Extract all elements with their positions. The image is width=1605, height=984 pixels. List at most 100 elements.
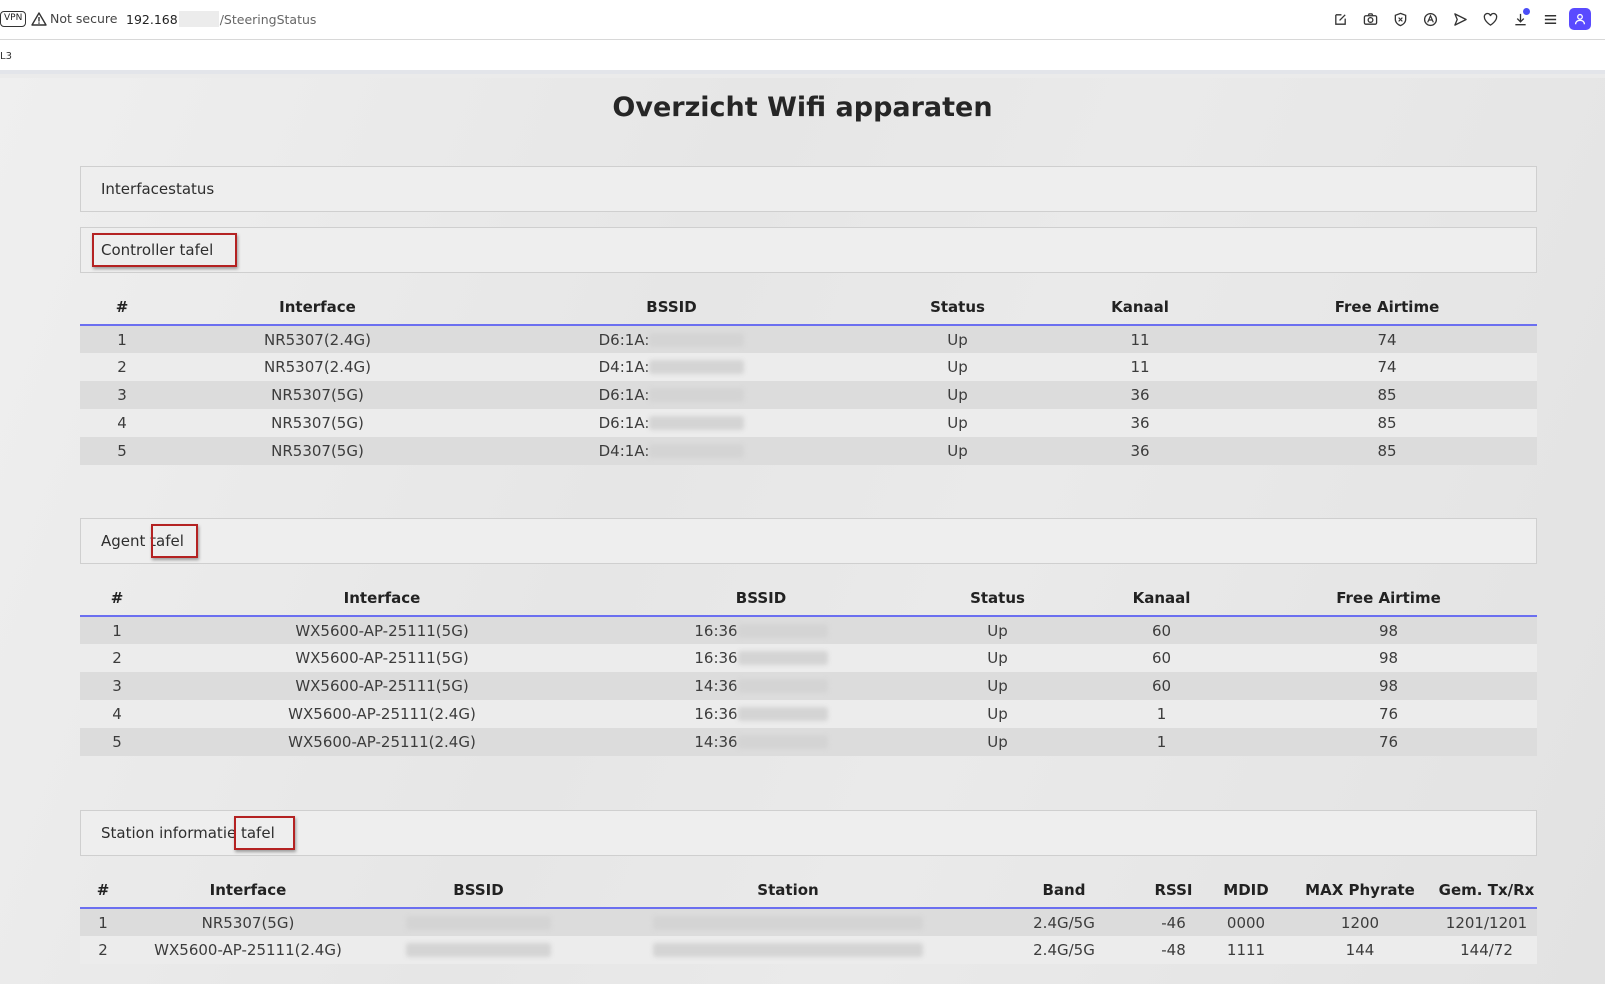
interface-status-panel[interactable]: Interfacestatus (80, 166, 1537, 212)
table-cell: 36 (1043, 409, 1237, 437)
controller-column-header: Interface (164, 289, 471, 326)
cell-value: 11 (1130, 358, 1150, 376)
cell-value: 1111 (1226, 941, 1266, 959)
cell-value: D6:1A: (598, 330, 650, 349)
table-cell: 2 (80, 644, 154, 672)
table-cell: 16:36 (610, 700, 912, 728)
table-cell: 98 (1240, 644, 1537, 672)
cell-value: 1201/1201 (1445, 913, 1528, 932)
table-cell: 5 (80, 728, 154, 756)
cell-value: D6:1A: (598, 386, 650, 404)
table-cell: 76 (1240, 700, 1537, 728)
station-panel[interactable]: Station informatie tafel (80, 810, 1537, 856)
cell-value: 36 (1130, 442, 1150, 460)
table-cell: 1 (80, 908, 126, 936)
table-cell: 60 (1083, 672, 1240, 700)
table-cell (587, 908, 989, 936)
table-cell: Up (872, 353, 1043, 381)
table-cell: 85 (1237, 437, 1537, 465)
cell-value: D6:1A: (598, 414, 650, 432)
station-column-header: Station (587, 872, 989, 909)
cell-value: 14:36 (694, 677, 738, 695)
controller-panel[interactable]: Controller tafel (80, 227, 1537, 273)
table-cell: D6:1A: (471, 381, 872, 409)
send-icon[interactable] (1449, 8, 1471, 30)
cell-value: 1 (1156, 733, 1167, 751)
address-bar[interactable]: 192.168/SteeringStatus (126, 11, 316, 27)
table-cell: Up (872, 381, 1043, 409)
table-cell: 3 (80, 381, 164, 409)
toolbar-icons (1329, 8, 1591, 30)
menu-icon[interactable] (1539, 8, 1561, 30)
table-cell: WX5600-AP-25111(5G) (154, 672, 610, 700)
warning-icon[interactable] (31, 11, 47, 27)
station-rows: 1 NR5307(5G) 2.4G/5G -46 0000 1200 1201/1201 2 W… (80, 908, 1537, 964)
table-cell: 2 (80, 353, 164, 381)
table-cell (587, 936, 989, 964)
cell-value: NR5307(5G) (271, 414, 364, 432)
download-icon[interactable] (1509, 8, 1531, 30)
table-cell: 1 (1083, 700, 1240, 728)
cell-value: Up (947, 386, 968, 404)
cell-value: 74 (1377, 330, 1397, 349)
cell-value: 2.4G/5G (1033, 941, 1095, 959)
shield-icon[interactable] (1389, 8, 1411, 30)
cell-value: Up (987, 705, 1008, 723)
redacted-value (649, 360, 745, 374)
controller-column-header: Kanaal (1043, 289, 1237, 326)
cell-value: 36 (1130, 386, 1150, 404)
url-host: 192.168 (126, 12, 178, 27)
table-cell: Up (912, 616, 1083, 644)
cell-value: 60 (1151, 677, 1172, 695)
table-cell: Up (872, 325, 1043, 353)
table-cell: D4:1A: (471, 437, 872, 465)
table-cell: 1 (1083, 728, 1240, 756)
edit-icon[interactable] (1329, 8, 1351, 30)
table-cell: 1 (80, 325, 164, 353)
not-secure-label[interactable]: Not secure (50, 11, 117, 26)
station-column-header: MDID (1208, 872, 1284, 909)
vpn-badge[interactable]: VPN (0, 11, 27, 27)
table-cell: NR5307(2.4G) (164, 353, 471, 381)
agent-panel[interactable]: Agent tafel (80, 518, 1537, 564)
cell-value: 2 (112, 649, 122, 667)
redacted-value (737, 735, 828, 749)
cell-value: 11 (1130, 330, 1150, 349)
cell-value: 4 (117, 414, 127, 432)
bookmark-l3[interactable]: L3 (0, 51, 12, 62)
agent-column-header: Free Airtime (1240, 580, 1537, 617)
agent-column-header: BSSID (610, 580, 912, 617)
profile-icon[interactable] (1569, 8, 1591, 30)
cell-value: Up (987, 649, 1008, 667)
controller-table: # Interface BSSID Status Kanaal Free Airtime … (80, 289, 1537, 465)
cell-value: WX5600-AP-25111(5G) (295, 677, 469, 695)
table-cell (370, 936, 587, 964)
table-cell: 74 (1237, 325, 1537, 353)
agent-table: # Interface BSSID Status Kanaal Free Airtime … (80, 580, 1537, 756)
table-cell: 1 (80, 616, 154, 644)
redacted-value (737, 679, 828, 693)
heart-icon[interactable] (1479, 8, 1501, 30)
table-cell: 2.4G/5G (989, 936, 1139, 964)
cell-value: 98 (1378, 677, 1399, 695)
cell-value: 76 (1378, 705, 1399, 723)
table-row: 2 NR5307(2.4G) D4:1A: Up 11 74 (80, 353, 1537, 381)
table-cell: 16:36 (610, 644, 912, 672)
cell-value: 144 (1345, 941, 1375, 959)
page-content: Overzicht Wifi apparaten Interfacestatus… (0, 78, 1605, 984)
camera-icon[interactable] (1359, 8, 1381, 30)
table-cell: 85 (1237, 409, 1537, 437)
table-cell: 1201/1201 (1436, 908, 1537, 936)
translate-icon[interactable] (1419, 8, 1441, 30)
table-cell: 16:36 (610, 616, 912, 644)
cell-value: 1 (112, 621, 122, 640)
redacted-value (737, 623, 828, 638)
controller-column-header: Status (872, 289, 1043, 326)
table-cell (370, 908, 587, 936)
cell-value: 60 (1151, 621, 1172, 640)
table-cell: 1111 (1208, 936, 1284, 964)
agent-label: Agent tafel (101, 532, 184, 550)
table-row: 5 NR5307(5G) D4:1A: Up 36 85 (80, 437, 1537, 465)
table-cell: -46 (1139, 908, 1208, 936)
bookmarks-bar: L3 (0, 40, 1605, 74)
